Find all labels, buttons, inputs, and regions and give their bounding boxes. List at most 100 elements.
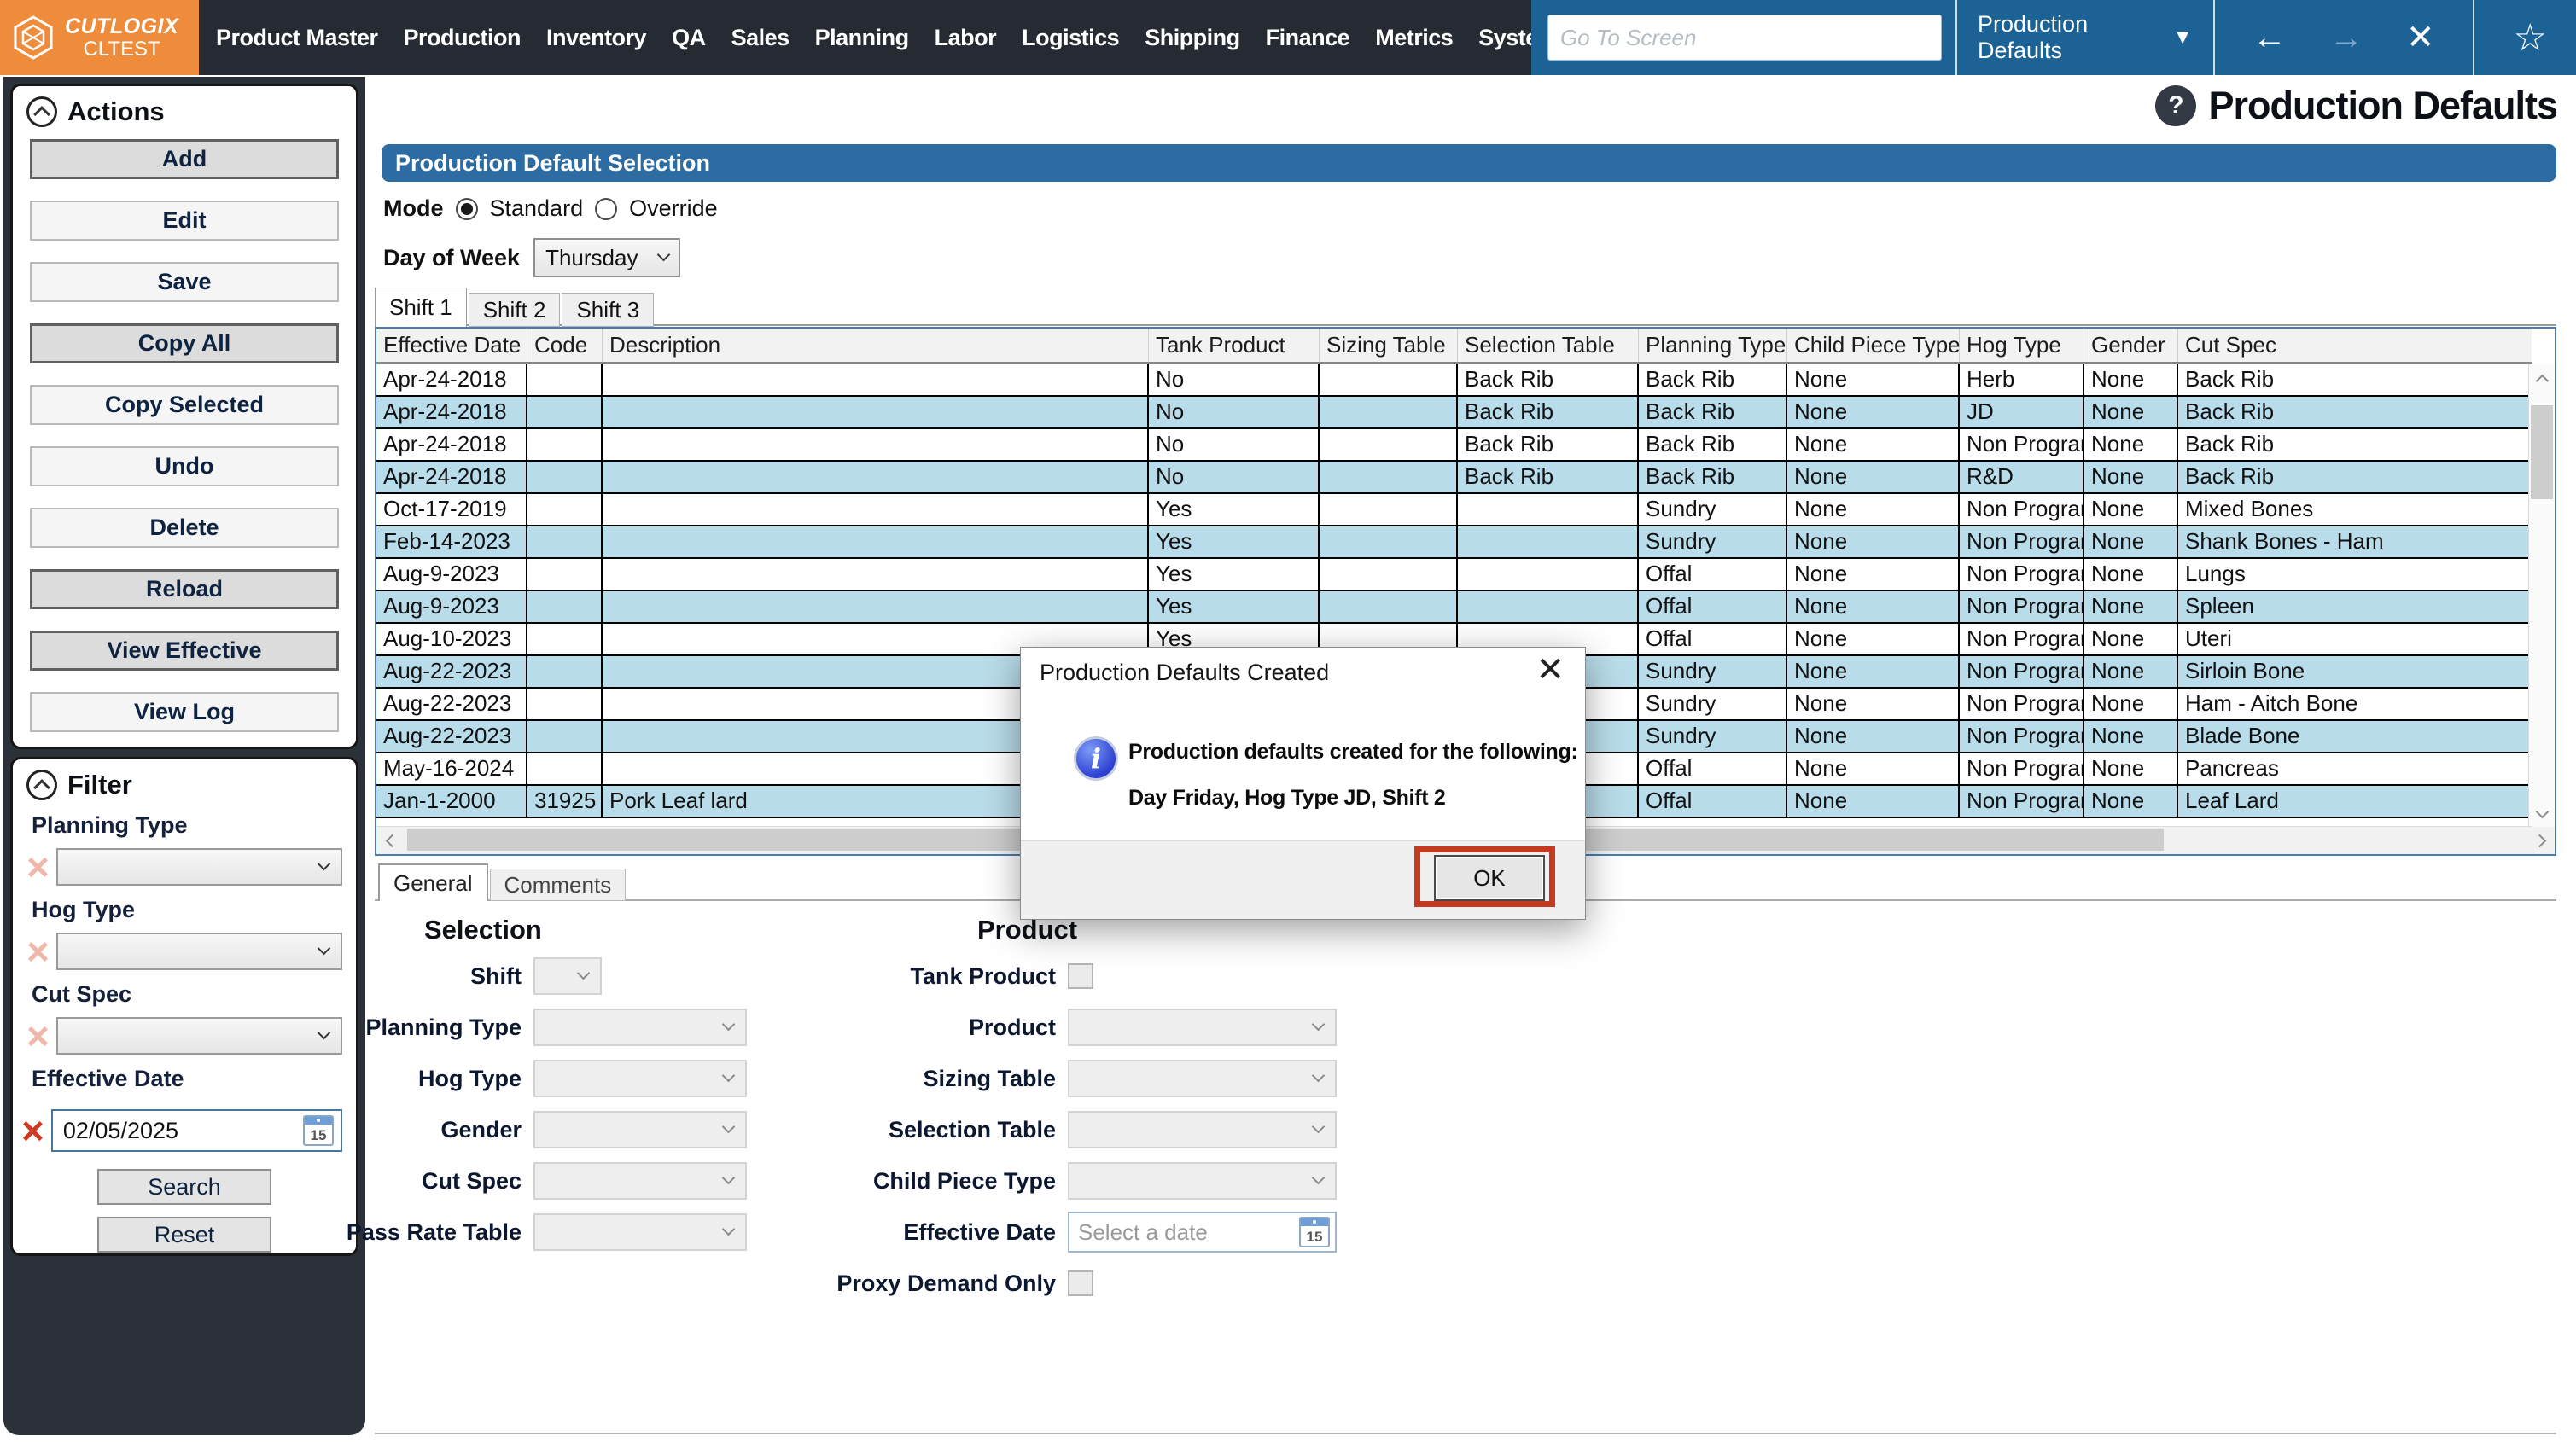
table-row[interactable]: Aug-9-2023YesOffalNoneNon ProgramNoneSpl… <box>376 591 2532 624</box>
tab-shift-1[interactable]: Shift 1 <box>375 288 467 327</box>
cell-child-piece-type: None <box>1787 786 1960 817</box>
column-header-cut-spec[interactable]: Cut Spec <box>2178 329 2532 362</box>
screen-selector-dropdown[interactable]: Production Defaults ▼ <box>1978 11 2193 64</box>
select-hog-type[interactable] <box>533 1060 747 1097</box>
table-row[interactable]: Apr-24-2018NoBack RibBack RibNoneNon Pro… <box>376 429 2532 462</box>
select-pass-rate-table[interactable] <box>533 1213 747 1251</box>
menu-item-inventory[interactable]: Inventory <box>546 25 646 51</box>
column-header-selection-table[interactable]: Selection Table <box>1458 329 1639 362</box>
column-header-code[interactable]: Code <box>527 329 603 362</box>
cell-planning-type: Offal <box>1639 591 1787 622</box>
scroll-left-icon[interactable] <box>376 827 404 854</box>
column-header-child-piece-type[interactable]: Child Piece Type <box>1787 329 1960 362</box>
favorite-star-icon[interactable]: ☆ <box>2474 16 2547 60</box>
select-gender[interactable] <box>533 1111 747 1148</box>
label-tank-product: Tank Product <box>802 963 1068 990</box>
help-icon[interactable]: ? <box>2155 85 2196 126</box>
filter-select-cut-spec[interactable] <box>56 1017 342 1055</box>
calendar-icon[interactable]: 15 <box>1299 1217 1330 1247</box>
select-shift[interactable] <box>533 957 602 995</box>
dialog-close-icon[interactable]: ✕ <box>1536 653 1565 687</box>
filter-select-planning-type[interactable] <box>56 848 342 886</box>
reset-button[interactable]: Reset <box>97 1217 271 1253</box>
scroll-right-icon[interactable] <box>2529 827 2555 854</box>
menu-item-product-master[interactable]: Product Master <box>216 25 378 51</box>
column-header-sizing-table[interactable]: Sizing Table <box>1320 329 1458 362</box>
table-row[interactable]: Feb-14-2023YesSundryNoneNon ProgramNoneS… <box>376 526 2532 559</box>
chevron-down-icon <box>722 1120 736 1134</box>
select-cut-spec[interactable] <box>533 1162 747 1200</box>
cell-code <box>527 526 603 557</box>
table-row[interactable]: Oct-17-2019YesSundryNoneNon ProgramNoneM… <box>376 494 2532 526</box>
cell-code <box>527 591 603 622</box>
column-header-hog-type[interactable]: Hog Type <box>1960 329 2084 362</box>
back-icon[interactable]: ← <box>2253 20 2287 55</box>
menu-item-logistics[interactable]: Logistics <box>1022 25 1119 51</box>
select-product[interactable] <box>1068 1009 1337 1046</box>
column-header-planning-type[interactable]: Planning Type <box>1639 329 1787 362</box>
save-button[interactable]: Save <box>30 262 339 302</box>
column-header-tank-product[interactable]: Tank Product <box>1149 329 1320 362</box>
field-row-sizing-table: Sizing Table <box>802 1060 1337 1097</box>
cell-gender: None <box>2084 591 2178 622</box>
menu-item-metrics[interactable]: Metrics <box>1375 25 1453 51</box>
sidebar: Actions AddEditSaveCopy AllCopy Selected… <box>3 77 365 1435</box>
view-effective-button[interactable]: View Effective <box>30 631 339 671</box>
select-selection-table[interactable] <box>1068 1111 1337 1148</box>
menu-item-shipping[interactable]: Shipping <box>1145 25 1239 51</box>
radio-standard[interactable] <box>456 198 478 220</box>
day-of-week-label: Day of Week <box>383 245 520 271</box>
cell-description <box>603 591 1149 622</box>
copy-selected-button[interactable]: Copy Selected <box>30 385 339 425</box>
clear-date-icon[interactable]: × <box>21 1111 44 1150</box>
table-row[interactable]: Apr-24-2018NoBack RibBack RibNoneR&DNone… <box>376 462 2532 494</box>
menu-item-qa[interactable]: QA <box>672 25 706 51</box>
radio-override[interactable] <box>595 198 617 220</box>
menu-item-production[interactable]: Production <box>404 25 522 51</box>
forward-icon[interactable]: → <box>2329 20 2363 55</box>
tab-shift-3[interactable]: Shift 3 <box>562 293 654 327</box>
delete-button[interactable]: Delete <box>30 508 339 548</box>
date-input-effective-date[interactable]: Select a date15 <box>1068 1212 1337 1253</box>
edit-button[interactable]: Edit <box>30 201 339 241</box>
copy-all-button[interactable]: Copy All <box>30 323 339 363</box>
add-button[interactable]: Add <box>30 139 339 179</box>
menu-item-sales[interactable]: Sales <box>731 25 790 51</box>
select-child-piece-type[interactable] <box>1068 1162 1337 1200</box>
vertical-scrollbar[interactable] <box>2528 364 2555 829</box>
checkbox-tank-product[interactable] <box>1068 963 1093 989</box>
column-header-description[interactable]: Description <box>603 329 1149 362</box>
ok-button[interactable]: OK <box>1434 855 1545 901</box>
goto-screen-input[interactable] <box>1547 15 1942 61</box>
reload-button[interactable]: Reload <box>30 569 339 609</box>
table-row[interactable]: Apr-24-2018NoBack RibBack RibNoneHerbNon… <box>376 364 2532 397</box>
select-sizing-table[interactable] <box>1068 1060 1337 1097</box>
clear-filter-icon[interactable]: × <box>26 847 50 887</box>
day-of-week-select[interactable]: Thursday <box>533 238 680 277</box>
collapse-panel-icon[interactable] <box>26 770 57 800</box>
clear-filter-icon[interactable]: × <box>26 932 50 971</box>
vertical-scrollbar-thumb[interactable] <box>2531 405 2553 499</box>
tab-comments[interactable]: Comments <box>490 869 627 901</box>
menu-item-labor[interactable]: Labor <box>935 25 997 51</box>
filter-select-hog-type[interactable] <box>56 933 342 970</box>
clear-filter-icon[interactable]: × <box>26 1016 50 1055</box>
select-planning-type[interactable] <box>533 1009 747 1046</box>
tab-general[interactable]: General <box>378 863 488 901</box>
tab-shift-2[interactable]: Shift 2 <box>469 293 561 327</box>
column-header-effective-date[interactable]: Effective Date <box>376 329 527 362</box>
undo-button[interactable]: Undo <box>30 446 339 486</box>
close-screen-icon[interactable]: ✕ <box>2406 20 2435 55</box>
view-log-button[interactable]: View Log <box>30 692 339 732</box>
scroll-up-icon[interactable] <box>2529 366 2555 392</box>
menu-item-planning[interactable]: Planning <box>815 25 909 51</box>
effective-date-input[interactable]: 02/05/2025 15 <box>51 1109 342 1152</box>
table-row[interactable]: Apr-24-2018NoBack RibBack RibNoneJDNoneB… <box>376 397 2532 429</box>
checkbox-proxy-demand-only[interactable] <box>1068 1270 1093 1296</box>
collapse-panel-icon[interactable] <box>26 96 57 127</box>
table-row[interactable]: Aug-9-2023YesOffalNoneNon ProgramNoneLun… <box>376 559 2532 591</box>
menu-item-finance[interactable]: Finance <box>1266 25 1350 51</box>
column-header-gender[interactable]: Gender <box>2084 329 2178 362</box>
scroll-down-icon[interactable] <box>2529 801 2555 827</box>
search-button[interactable]: Search <box>97 1169 271 1205</box>
